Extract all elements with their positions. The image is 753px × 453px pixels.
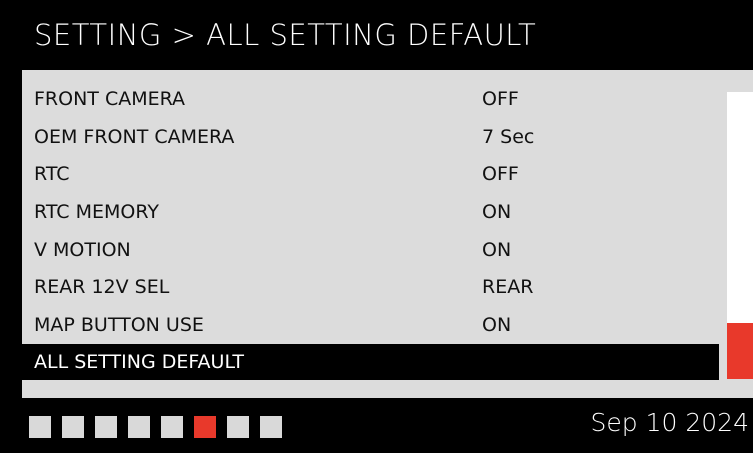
page-dot (227, 416, 249, 438)
menu-item-label: ALL SETTING DEFAULT (34, 350, 245, 373)
settings-menu-list: FRONT CAMERA OFF OEM FRONT CAMERA 7 Sec … (22, 80, 719, 380)
page-indicator (29, 416, 282, 438)
menu-item-value: OFF (482, 163, 519, 186)
page-dot (260, 416, 282, 438)
menu-item-value: ON (482, 200, 512, 223)
page-dot (95, 416, 117, 438)
menu-item-label: REAR 12V SEL (34, 276, 170, 299)
menu-item-label: V MOTION (34, 238, 131, 261)
menu-item-label: RTC MEMORY (34, 200, 159, 223)
page-dot (62, 416, 84, 438)
page-dot (161, 416, 183, 438)
menu-item-oem-front-camera[interactable]: OEM FRONT CAMERA 7 Sec (22, 118, 719, 156)
menu-item-label: RTC (34, 163, 70, 186)
menu-item-value: OFF (482, 87, 519, 110)
page-dot-active (194, 416, 216, 438)
page-dot (128, 416, 150, 438)
menu-item-map-button-use[interactable]: MAP BUTTON USE ON (22, 306, 719, 344)
footer: Sep 10 2024 (0, 398, 753, 453)
menu-item-label: MAP BUTTON USE (34, 313, 204, 336)
scrollbar-thumb[interactable] (727, 323, 753, 379)
menu-item-label: OEM FRONT CAMERA (34, 125, 235, 148)
menu-item-rtc-memory[interactable]: RTC MEMORY ON (22, 193, 719, 231)
page-dot (29, 416, 51, 438)
menu-item-front-camera[interactable]: FRONT CAMERA OFF (22, 80, 719, 118)
menu-item-v-motion[interactable]: V MOTION ON (22, 231, 719, 269)
title-bar: SETTING > ALL SETTING DEFAULT (0, 0, 753, 70)
settings-menu-panel: FRONT CAMERA OFF OEM FRONT CAMERA 7 Sec … (22, 70, 753, 398)
menu-item-value: REAR (482, 276, 534, 299)
menu-item-rtc[interactable]: RTC OFF (22, 155, 719, 193)
page-title: SETTING > ALL SETTING DEFAULT (34, 18, 537, 52)
menu-item-rear-12v-sel[interactable]: REAR 12V SEL REAR (22, 268, 719, 306)
menu-item-label: FRONT CAMERA (34, 87, 186, 110)
menu-item-value: ON (482, 238, 512, 261)
menu-item-all-setting-default[interactable]: ALL SETTING DEFAULT (22, 343, 719, 380)
menu-item-value: ON (482, 313, 512, 336)
menu-item-value: 7 Sec (482, 125, 535, 148)
date-display: Sep 10 2024 (590, 408, 749, 437)
